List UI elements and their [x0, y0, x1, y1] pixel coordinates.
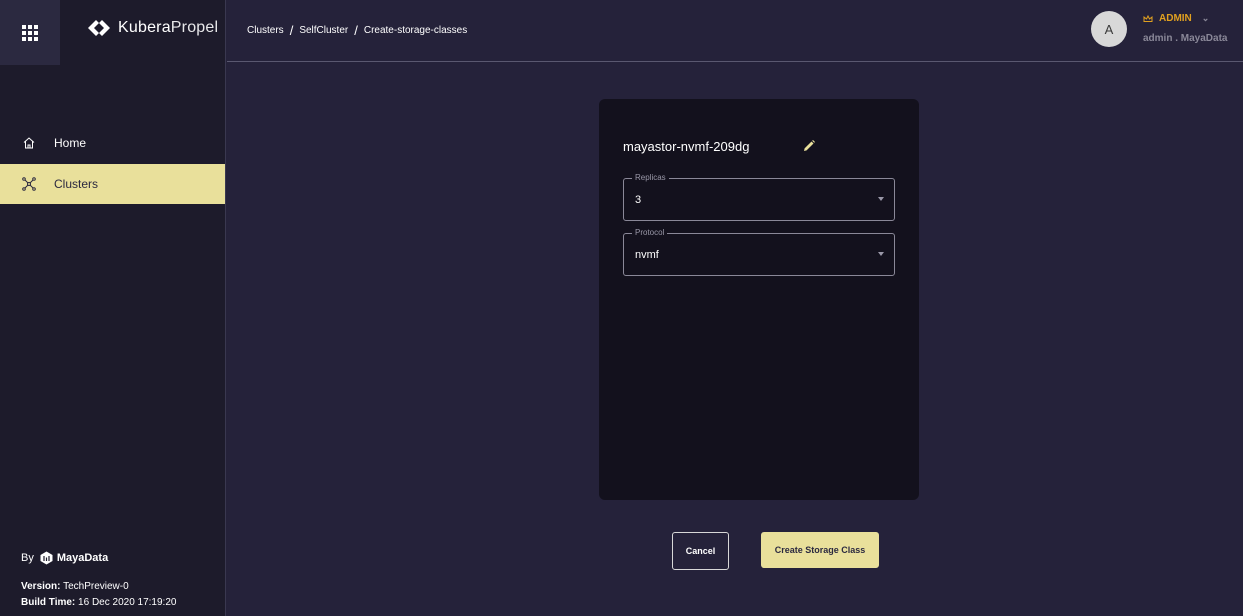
apps-menu-button[interactable] [0, 0, 60, 65]
breadcrumb: Clusters / SelfCluster / Create-storage-… [247, 23, 467, 38]
replicas-select[interactable]: Replicas 3 [623, 173, 895, 221]
avatar[interactable]: A [1091, 11, 1127, 47]
sidebar-item-clusters[interactable]: Clusters [0, 164, 225, 204]
dropdown-caret-icon [878, 252, 884, 256]
chevron-down-icon: ⌄ [1201, 13, 1210, 23]
footer-by-line: By MayaData [21, 551, 108, 565]
role-menu[interactable]: ADMIN ⌄ [1143, 13, 1209, 24]
apps-grid-icon [22, 24, 38, 41]
storage-class-card: mayastor-nvmf-209dg Replicas 3 Protocol … [599, 99, 919, 500]
create-storage-class-button[interactable]: Create Storage Class [761, 532, 879, 568]
sidebar: KuberaPropel Home Clusters By MayaData V… [0, 0, 226, 616]
crown-icon [1143, 14, 1153, 22]
breadcrumb-clusters[interactable]: Clusters [247, 25, 284, 36]
protocol-value: nvmf [635, 249, 659, 261]
cancel-button[interactable]: Cancel [672, 532, 729, 570]
protocol-select[interactable]: Protocol nvmf [623, 228, 895, 276]
protocol-label: Protocol [632, 228, 668, 237]
home-icon [23, 137, 35, 149]
storage-class-name: mayastor-nvmf-209dg [623, 139, 750, 154]
dropdown-caret-icon [878, 197, 884, 201]
account-name: admin . MayaData [1143, 33, 1228, 44]
kubera-logo-icon [88, 20, 110, 36]
app-name: KuberaPropel [118, 19, 219, 36]
top-header: Clusters / SelfCluster / Create-storage-… [227, 0, 1243, 62]
sidebar-item-label: Home [54, 136, 87, 150]
sidebar-item-home[interactable]: Home [0, 123, 225, 163]
breadcrumb-separator: / [354, 23, 358, 38]
by-text: By [21, 552, 34, 564]
sidebar-item-label: Clusters [54, 177, 99, 191]
replicas-value: 3 [635, 194, 642, 206]
breadcrumb-separator: / [289, 23, 294, 38]
clusters-icon [22, 177, 36, 191]
build-time-info: Build Time: 16 Dec 2020 17:19:20 [21, 597, 177, 608]
mayadata-logo-icon [40, 551, 53, 565]
app-logo[interactable]: KuberaPropel [88, 17, 218, 39]
replicas-label: Replicas [632, 173, 669, 182]
pencil-icon[interactable] [802, 139, 816, 153]
role-label: ADMIN [1159, 13, 1192, 24]
breadcrumb-current: Create-storage-classes [363, 25, 468, 36]
version-info: Version: TechPreview-0 [21, 581, 129, 592]
breadcrumb-selfcluster[interactable]: SelfCluster [299, 25, 348, 36]
mayadata-brand: MayaData [40, 551, 108, 565]
